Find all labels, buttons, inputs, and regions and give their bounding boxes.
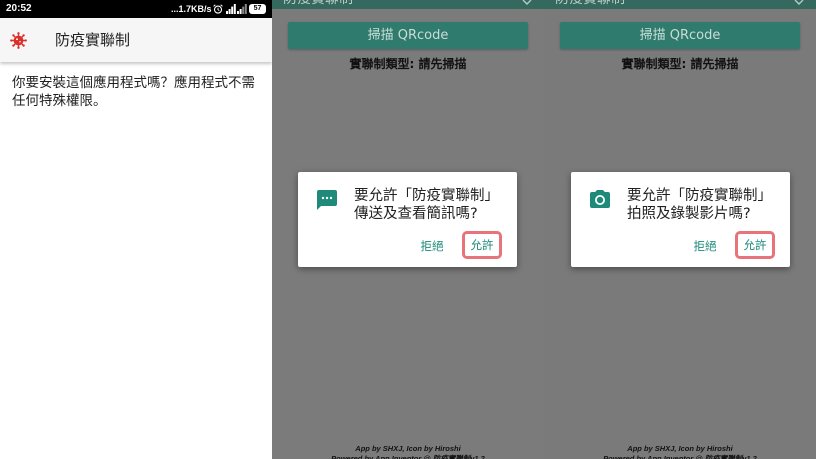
sms-permission-screen: 防疫實聯制 掃描 QRcode 實聯制類型: 請先掃描 要允許「防疫實聯制」 傳… bbox=[272, 0, 544, 459]
allow-button[interactable]: 允許 bbox=[465, 234, 499, 256]
alarm-icon bbox=[213, 4, 223, 14]
app-header: 防疫實聯制 bbox=[544, 0, 816, 9]
battery-icon: 57 bbox=[249, 4, 266, 14]
scan-qrcode-button[interactable]: 掃描 QRcode bbox=[288, 22, 528, 49]
footer-credits: App by SHXJ, Icon by Hiroshi bbox=[627, 444, 733, 453]
signal-icon bbox=[237, 4, 247, 14]
allow-highlight-box: 允許 bbox=[462, 231, 502, 259]
signal-icon bbox=[226, 4, 236, 14]
camera-icon bbox=[590, 190, 610, 208]
virus-icon bbox=[10, 32, 27, 49]
app-bar: 防疫實聯制 bbox=[0, 18, 272, 62]
allow-highlight-box: 允許 bbox=[735, 231, 775, 259]
footer-powered-by: Powered by App Inventor @ 防疫實聯制v1.2 bbox=[603, 454, 757, 459]
install-screen: 20:52 ...1.7KB/s 57 防疫實聯制 你要安裝這個應用程式嗎？應用… bbox=[0, 0, 272, 459]
sms-icon bbox=[317, 190, 337, 210]
footer-powered-by: Powered by App Inventor @ 防疫實聯制v1.2 bbox=[331, 454, 485, 459]
camera-permission-screen: 防疫實聯制 掃描 QRcode 實聯制類型: 請先掃描 要允許「防疫實聯制」 拍… bbox=[544, 0, 816, 459]
camera-permission-dialog: 要允許「防疫實聯制」 拍照及錄製影片嗎? 拒絕 允許 bbox=[571, 172, 790, 267]
status-time: 20:52 bbox=[6, 3, 32, 14]
registration-type-label: 實聯制類型: 請先掃描 bbox=[621, 57, 739, 71]
sms-permission-dialog: 要允許「防疫實聯制」 傳送及查看簡訊嗎? 拒絕 允許 bbox=[298, 172, 517, 267]
scan-qrcode-button[interactable]: 掃描 QRcode bbox=[560, 22, 800, 49]
install-message: 你要安裝這個應用程式嗎？應用程式不需 任何特殊權限。 bbox=[12, 74, 255, 110]
registration-type-label: 實聯制類型: 請先掃描 bbox=[349, 57, 467, 71]
dialog-message-line: 傳送及查看簡訊嗎? bbox=[354, 206, 478, 222]
deny-button[interactable]: 拒絕 bbox=[417, 239, 447, 253]
header-title: 防疫實聯制 bbox=[283, 0, 373, 7]
app-header: 防疫實聯制 bbox=[272, 0, 544, 9]
chevron-down-icon[interactable] bbox=[794, 0, 804, 5]
status-bar: 20:52 ...1.7KB/s 57 bbox=[0, 0, 272, 18]
install-message-line: 你要安裝這個應用程式嗎？應用程式不需 bbox=[12, 75, 255, 91]
chevron-down-icon[interactable] bbox=[522, 0, 532, 5]
install-message-line: 任何特殊權限。 bbox=[12, 93, 107, 109]
deny-button[interactable]: 拒絕 bbox=[690, 239, 720, 253]
dialog-message-line: 拍照及錄製影片嗎? bbox=[627, 206, 751, 222]
status-network-speed: ...1.7KB/s bbox=[171, 4, 212, 14]
app-title: 防疫實聯制 bbox=[55, 31, 131, 49]
dialog-message-line: 要允許「防疫實聯制」 bbox=[627, 188, 772, 204]
dialog-message: 要允許「防疫實聯制」 傳送及查看簡訊嗎? bbox=[354, 187, 499, 223]
allow-button[interactable]: 允許 bbox=[738, 234, 772, 256]
dialog-message-line: 要允許「防疫實聯制」 bbox=[354, 188, 499, 204]
header-title: 防疫實聯制 bbox=[555, 0, 645, 7]
footer-credits: App by SHXJ, Icon by Hiroshi bbox=[355, 444, 461, 453]
dialog-message: 要允許「防疫實聯制」 拍照及錄製影片嗎? bbox=[627, 187, 772, 223]
